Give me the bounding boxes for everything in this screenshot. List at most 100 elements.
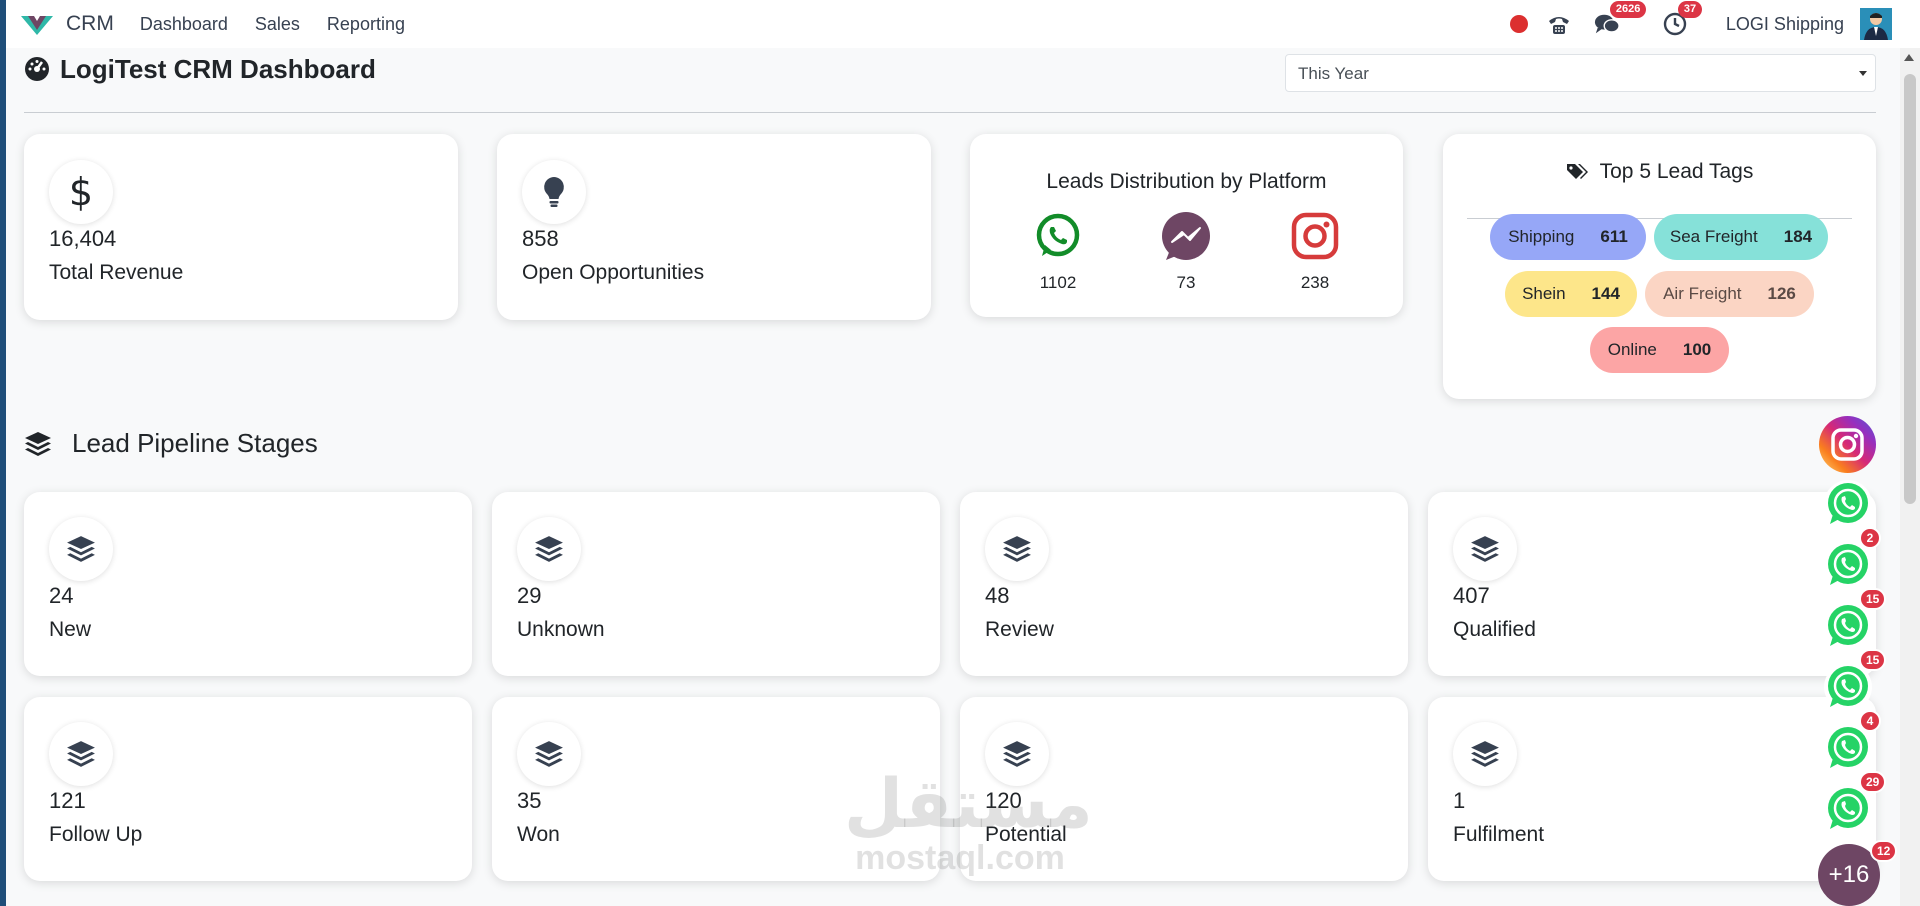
stage-name: Unknown — [517, 618, 605, 641]
tag-pill[interactable]: Shipping 611 — [1490, 214, 1646, 260]
platform-count: 1102 — [1039, 273, 1077, 292]
stage-name: Won — [517, 823, 560, 846]
kpi-value: 16,404 — [49, 226, 117, 251]
company-switcher[interactable]: LOGI Shipping — [1726, 14, 1844, 35]
stage-name: Potential — [985, 823, 1067, 846]
phone-icon[interactable] — [1546, 11, 1572, 37]
floating-instagram-button[interactable] — [1819, 416, 1876, 473]
contact-unread-badge: 29 — [1859, 771, 1887, 793]
stage-count: 29 — [517, 583, 542, 608]
scroll-up-arrow-icon[interactable] — [1904, 54, 1914, 61]
stage-count: 35 — [517, 788, 542, 813]
tag-pill[interactable]: Online 100 — [1590, 327, 1729, 373]
section-title-text: Lead Pipeline Stages — [72, 428, 318, 458]
kpi-label: Open Opportunities — [522, 261, 705, 284]
page-title: LogiTest CRM Dashboard — [24, 52, 376, 86]
whatsapp-icon — [1828, 605, 1868, 646]
whatsapp-icon — [1828, 483, 1868, 524]
stage-count: 407 — [1453, 583, 1490, 608]
lightbulb-icon — [522, 160, 586, 224]
stage-count: 121 — [49, 788, 86, 813]
page-title-text: LogiTest CRM Dashboard — [60, 53, 376, 84]
user-avatar[interactable] — [1860, 8, 1892, 40]
kpi-label: Total Revenue — [49, 261, 184, 284]
stage-name: Fulfilment — [1453, 823, 1545, 846]
stage-card[interactable]: 48 Review — [960, 492, 1408, 676]
chevron-down-icon — [1859, 71, 1867, 76]
tag-pill[interactable]: Shein 144 — [1505, 271, 1637, 317]
kpi-card-opportunities[interactable]: 858 Open Opportunities — [497, 134, 931, 320]
activity-clock-icon[interactable]: 37 — [1662, 1, 1703, 37]
platform-count: 73 — [1176, 273, 1196, 292]
layers-icon — [517, 517, 581, 581]
more-contacts-badge: 12 — [1870, 840, 1898, 862]
layers-icon — [49, 517, 113, 581]
instagram-icon — [1831, 428, 1864, 461]
whatsapp-icon — [1828, 788, 1868, 829]
scrollbar-thumb[interactable] — [1904, 74, 1916, 504]
whatsapp-icon — [1828, 666, 1868, 707]
recording-indicator-icon[interactable] — [1509, 15, 1528, 33]
layers-icon — [25, 431, 51, 456]
whatsapp-icon — [1828, 727, 1868, 768]
whatsapp-icon — [1828, 544, 1868, 585]
platform-count: 238 — [1300, 273, 1330, 292]
floating-whatsapp-button[interactable] — [1824, 541, 1872, 589]
stage-card[interactable]: 1 Fulfilment — [1428, 697, 1876, 881]
menu-sales[interactable]: Sales — [255, 14, 300, 35]
floating-whatsapp-button[interactable] — [1824, 480, 1872, 528]
tag-pill[interactable]: Air Freight 126 — [1645, 271, 1814, 317]
platform-whatsapp[interactable]: 1102 — [1028, 212, 1088, 293]
stage-name: New — [49, 618, 92, 641]
instagram-icon — [1291, 212, 1339, 260]
layers-icon — [985, 722, 1049, 786]
contact-unread-badge: 15 — [1859, 649, 1887, 671]
whatsapp-icon — [1036, 213, 1080, 257]
tags-icon — [1566, 164, 1588, 179]
layers-icon — [1453, 722, 1517, 786]
stage-count: 1 — [1453, 788, 1466, 813]
kpi-value: 858 — [522, 226, 559, 251]
layers-icon — [1453, 517, 1517, 581]
stage-name: Follow Up — [49, 823, 143, 846]
vertical-scrollbar[interactable] — [1900, 48, 1920, 906]
top-tags-card: Top 5 Lead Tags Shipping 611 Sea Freight 1… — [1443, 134, 1876, 399]
stage-card[interactable]: 29 Unknown — [492, 492, 940, 676]
pipeline-section-title: Lead Pipeline Stages — [24, 428, 318, 459]
stage-card[interactable]: 121 Follow Up — [24, 697, 472, 881]
layers-icon — [517, 722, 581, 786]
dollar-icon: $ — [49, 160, 113, 224]
period-select-value: This Year — [1298, 64, 1369, 83]
contact-unread-badge: 15 — [1859, 588, 1887, 610]
floating-whatsapp-button[interactable] — [1824, 663, 1872, 711]
header-divider — [24, 112, 1876, 113]
layers-icon — [49, 722, 113, 786]
platform-distribution-card: Leads Distribution by Platform 1102 73 2… — [970, 134, 1403, 317]
dashboard-gauge-icon — [25, 57, 49, 81]
messenger-icon — [1162, 212, 1210, 260]
period-select[interactable]: This Year — [1285, 54, 1876, 92]
layers-icon — [985, 517, 1049, 581]
stage-card[interactable]: 24 New — [24, 492, 472, 676]
kpi-card-revenue[interactable]: $ 16,404 Total Revenue — [24, 134, 458, 320]
stage-name: Qualified — [1453, 618, 1536, 641]
menu-dashboard[interactable]: Dashboard — [140, 14, 228, 35]
messages-icon[interactable]: 2626 — [1594, 1, 1647, 37]
activity-badge: 37 — [1677, 1, 1703, 18]
stage-card[interactable]: 35 Won — [492, 697, 940, 881]
tags-title-text: Top 5 Lead Tags — [1599, 160, 1754, 183]
stage-card[interactable]: 120 Potential — [960, 697, 1408, 881]
platform-messenger[interactable]: 73 — [1156, 212, 1216, 293]
stage-count: 24 — [49, 583, 74, 608]
floating-whatsapp-button[interactable] — [1824, 785, 1872, 833]
tag-pill[interactable]: Sea Freight 184 — [1654, 214, 1828, 260]
crm-logo-icon[interactable] — [20, 12, 54, 36]
platform-instagram[interactable]: 238 — [1285, 212, 1345, 293]
menu-reporting[interactable]: Reporting — [327, 14, 405, 35]
floating-whatsapp-button[interactable] — [1824, 602, 1872, 650]
app-name[interactable]: CRM — [66, 12, 114, 36]
stage-card[interactable]: 407 Qualified — [1428, 492, 1876, 676]
top-navbar: CRM Dashboard Sales Reporting 2626 37 LO… — [6, 0, 1920, 48]
floating-whatsapp-button[interactable] — [1824, 724, 1872, 772]
contact-unread-badge: 4 — [1859, 710, 1881, 732]
